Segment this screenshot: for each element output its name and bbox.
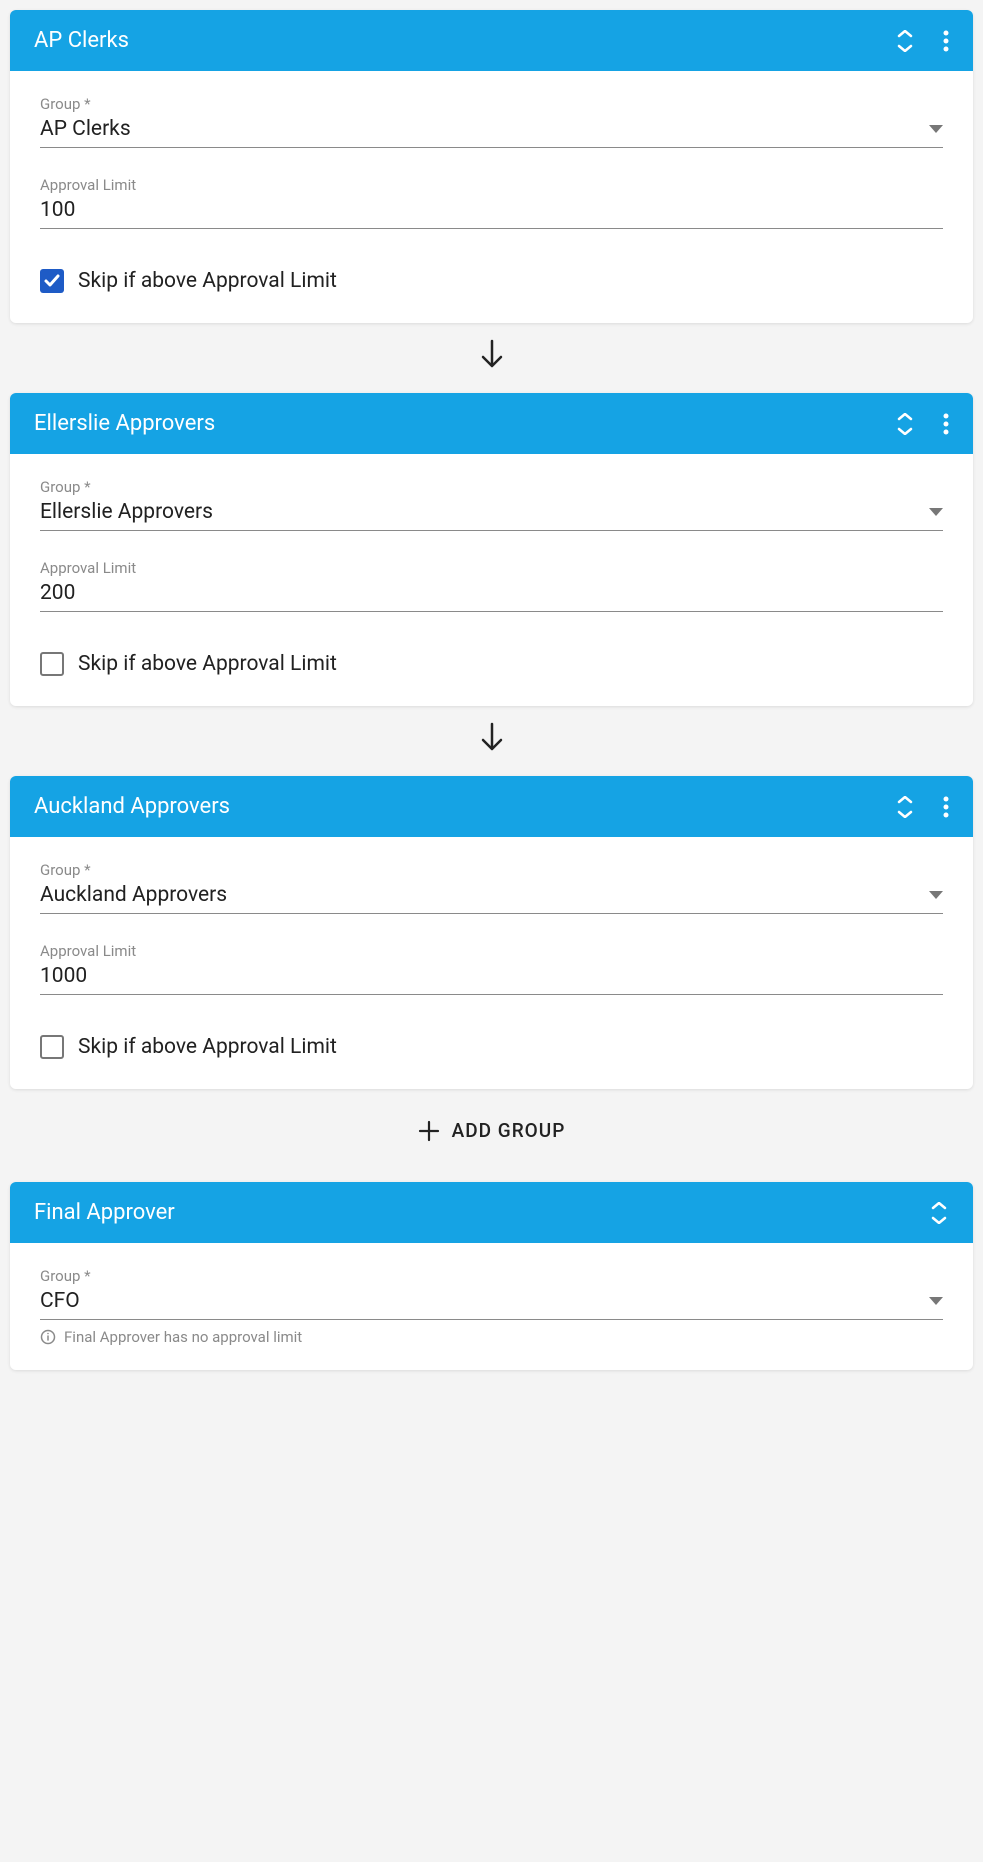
limit-value: 200 xyxy=(40,581,75,605)
card-header: Ellerslie Approvers xyxy=(10,393,973,454)
skip-label: Skip if above Approval Limit xyxy=(78,269,337,293)
limit-input[interactable]: 200 xyxy=(40,581,943,612)
collapse-icon[interactable] xyxy=(895,413,915,435)
group-field: Group * Ellerslie Approvers xyxy=(40,478,943,531)
card-title: Final Approver xyxy=(34,1200,175,1225)
add-group-button[interactable]: ADD GROUP xyxy=(10,1089,973,1182)
limit-field: Approval Limit 100 xyxy=(40,176,943,229)
card-body: Group * Ellerslie Approvers Approval Lim… xyxy=(10,454,973,706)
limit-label: Approval Limit xyxy=(40,942,943,960)
collapse-icon[interactable] xyxy=(895,796,915,818)
group-label: Group * xyxy=(40,1267,943,1285)
limit-field: Approval Limit 200 xyxy=(40,559,943,612)
card-title: Auckland Approvers xyxy=(34,794,230,819)
chevron-down-icon xyxy=(929,1297,943,1305)
skip-checkbox[interactable] xyxy=(40,269,64,293)
chevron-down-icon xyxy=(929,125,943,133)
plus-icon xyxy=(418,1120,440,1142)
more-icon[interactable] xyxy=(943,796,949,818)
card-actions xyxy=(895,30,949,52)
chevron-down-icon xyxy=(929,508,943,516)
group-value: AP Clerks xyxy=(40,117,131,141)
skip-checkbox[interactable] xyxy=(40,652,64,676)
approval-card: AP Clerks Group * AP Clerks Approval Lim… xyxy=(10,10,973,323)
info-icon xyxy=(40,1329,56,1345)
skip-checkbox-row: Skip if above Approval Limit xyxy=(40,1035,943,1059)
skip-label: Skip if above Approval Limit xyxy=(78,652,337,676)
card-actions xyxy=(895,413,949,435)
limit-field: Approval Limit 1000 xyxy=(40,942,943,995)
flow-arrow xyxy=(10,323,973,393)
more-icon[interactable] xyxy=(943,30,949,52)
approval-card: Auckland Approvers Group * Auckland Appr… xyxy=(10,776,973,1089)
limit-value: 100 xyxy=(40,198,75,222)
card-body: Group * AP Clerks Approval Limit 100 Ski… xyxy=(10,71,973,323)
approval-card: Ellerslie Approvers Group * Ellerslie Ap… xyxy=(10,393,973,706)
limit-label: Approval Limit xyxy=(40,176,943,194)
card-title: AP Clerks xyxy=(34,28,129,53)
card-header: Auckland Approvers xyxy=(10,776,973,837)
group-field: Group * CFO Final Approver has no approv… xyxy=(40,1267,943,1346)
group-field: Group * Auckland Approvers xyxy=(40,861,943,914)
group-select[interactable]: AP Clerks xyxy=(40,117,943,148)
skip-checkbox[interactable] xyxy=(40,1035,64,1059)
card-actions xyxy=(895,796,949,818)
collapse-icon[interactable] xyxy=(929,1202,949,1224)
group-select[interactable]: CFO xyxy=(40,1289,943,1320)
group-value: CFO xyxy=(40,1289,80,1313)
card-header: Final Approver xyxy=(10,1182,973,1243)
group-label: Group * xyxy=(40,478,943,496)
card-actions xyxy=(929,1202,949,1224)
card-body: Group * Auckland Approvers Approval Limi… xyxy=(10,837,973,1089)
limit-input[interactable]: 100 xyxy=(40,198,943,229)
add-group-label: ADD GROUP xyxy=(452,1119,566,1142)
card-header: AP Clerks xyxy=(10,10,973,71)
group-label: Group * xyxy=(40,861,943,879)
limit-value: 1000 xyxy=(40,964,87,988)
skip-checkbox-row: Skip if above Approval Limit xyxy=(40,269,943,293)
more-icon[interactable] xyxy=(943,413,949,435)
card-body: Group * CFO Final Approver has no approv… xyxy=(10,1243,973,1370)
group-value: Auckland Approvers xyxy=(40,883,227,907)
skip-checkbox-row: Skip if above Approval Limit xyxy=(40,652,943,676)
limit-input[interactable]: 1000 xyxy=(40,964,943,995)
group-field: Group * AP Clerks xyxy=(40,95,943,148)
helper-text: Final Approver has no approval limit xyxy=(64,1328,302,1346)
chevron-down-icon xyxy=(929,891,943,899)
group-select[interactable]: Auckland Approvers xyxy=(40,883,943,914)
group-select[interactable]: Ellerslie Approvers xyxy=(40,500,943,531)
card-title: Ellerslie Approvers xyxy=(34,411,215,436)
collapse-icon[interactable] xyxy=(895,30,915,52)
group-value: Ellerslie Approvers xyxy=(40,500,213,524)
arrow-down-icon xyxy=(479,725,505,760)
group-label: Group * xyxy=(40,95,943,113)
skip-label: Skip if above Approval Limit xyxy=(78,1035,337,1059)
helper-text-row: Final Approver has no approval limit xyxy=(40,1328,943,1346)
arrow-down-icon xyxy=(479,342,505,377)
limit-label: Approval Limit xyxy=(40,559,943,577)
final-approver-card: Final Approver Group * CFO Final Approve… xyxy=(10,1182,973,1370)
flow-arrow xyxy=(10,706,973,776)
